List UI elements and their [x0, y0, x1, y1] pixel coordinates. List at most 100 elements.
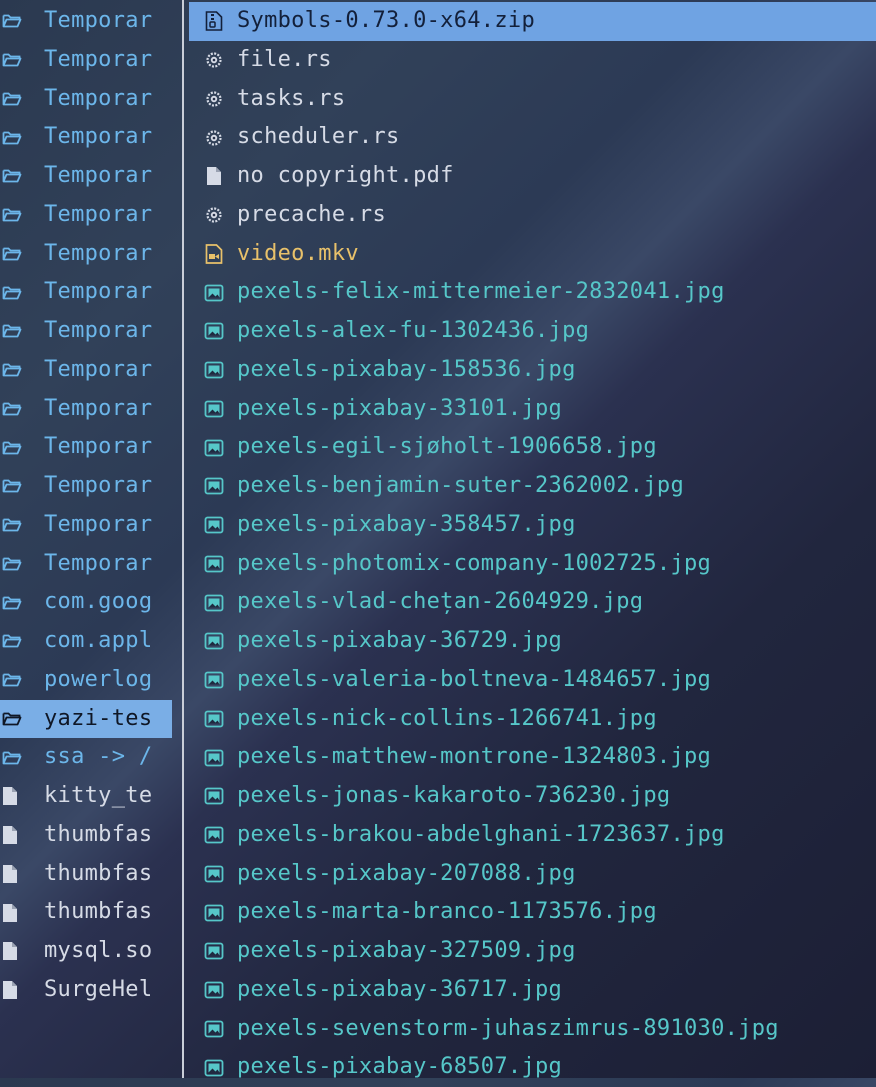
folder-icon: [2, 359, 42, 381]
file-list-item[interactable]: scheduler.rs: [189, 118, 876, 157]
item-name: pexels-vlad-chețan-2604929.jpg: [237, 589, 644, 615]
parent-folder-item[interactable]: com.appl: [0, 622, 172, 661]
parent-folder-item[interactable]: Temporar: [0, 506, 172, 545]
parent-file-item[interactable]: thumbfas: [0, 816, 172, 855]
parent-folder-item[interactable]: Temporar: [0, 2, 172, 41]
item-name: Temporar: [44, 511, 153, 537]
folder-icon: [2, 204, 42, 226]
file-list-item[interactable]: pexels-pixabay-36729.jpg: [189, 622, 876, 661]
item-name: pexels-pixabay-68507.jpg: [237, 1054, 563, 1080]
item-name: ssa -> /: [44, 744, 153, 770]
parent-folder-item[interactable]: Temporar: [0, 467, 172, 506]
folder-icon: [2, 553, 42, 575]
parent-folder-item[interactable]: Temporar: [0, 157, 172, 196]
item-name: pexels-marta-branco-1173576.jpg: [237, 899, 657, 925]
folder-icon: [2, 165, 42, 187]
item-name: kitty_te: [44, 783, 153, 808]
file-list-item[interactable]: pexels-benjamin-suter-2362002.jpg: [189, 467, 876, 506]
parent-folder-item[interactable]: com.goog: [0, 583, 172, 622]
file-list-item[interactable]: pexels-nick-collins-1266741.jpg: [189, 700, 876, 739]
item-name: Temporar: [44, 356, 153, 382]
file-list-item[interactable]: pexels-marta-branco-1173576.jpg: [189, 893, 876, 932]
item-name: Temporar: [44, 85, 153, 111]
parent-folder-item[interactable]: Temporar: [0, 312, 172, 351]
file-list-item[interactable]: pexels-jonas-kakaroto-736230.jpg: [189, 777, 876, 816]
file-list-item[interactable]: pexels-pixabay-207088.jpg: [189, 855, 876, 894]
file-list-item[interactable]: precache.rs: [189, 196, 876, 235]
parent-folder-item[interactable]: ssa -> /: [0, 738, 172, 777]
parent-folder-item[interactable]: Temporar: [0, 118, 172, 157]
file-list-item[interactable]: pexels-pixabay-36717.jpg: [189, 971, 876, 1010]
parent-file-item[interactable]: thumbfas: [0, 893, 172, 932]
parent-folder-item[interactable]: Temporar: [0, 80, 172, 119]
file-icon: [2, 940, 42, 962]
item-name: pexels-alex-fu-1302436.jpg: [237, 318, 590, 343]
file-icon: [2, 785, 42, 807]
folder-icon: [2, 282, 42, 304]
item-name: pexels-pixabay-358457.jpg: [237, 511, 576, 537]
file-list-item[interactable]: pexels-egil-sjøholt-1906658.jpg: [189, 428, 876, 467]
item-name: video.mkv: [237, 240, 359, 266]
file-list-item[interactable]: file.rs: [189, 41, 876, 80]
parent-folder-item[interactable]: Temporar: [0, 235, 172, 274]
folder-icon: [2, 243, 42, 265]
file-list-item[interactable]: no copyright.pdf: [189, 157, 876, 196]
folder-icon: [2, 437, 42, 459]
parent-folder-item[interactable]: Temporar: [0, 41, 172, 80]
item-name: Temporar: [44, 279, 153, 305]
folder-icon: [2, 127, 42, 149]
file-list-item[interactable]: pexels-pixabay-158536.jpg: [189, 351, 876, 390]
parent-file-item[interactable]: mysql.so: [0, 932, 172, 971]
file-list-item[interactable]: video.mkv: [189, 235, 876, 274]
file-list-item[interactable]: pexels-pixabay-33101.jpg: [189, 390, 876, 429]
parent-folder-item[interactable]: Temporar: [0, 196, 172, 235]
parent-folder-item[interactable]: powerlog: [0, 661, 172, 700]
parent-folder-item[interactable]: Temporar: [0, 351, 172, 390]
parent-file-item[interactable]: thumbfas: [0, 855, 172, 894]
parent-folder-item[interactable]: Temporar: [0, 273, 172, 312]
file-list-item[interactable]: pexels-vlad-chețan-2604929.jpg: [189, 583, 876, 622]
file-list-item[interactable]: pexels-pixabay-358457.jpg: [189, 506, 876, 545]
folder-icon: [2, 475, 42, 497]
file-icon: [2, 824, 42, 846]
item-name: pexels-matthew-montrone-1324803.jpg: [237, 744, 712, 770]
file-list-item[interactable]: pexels-felix-mittermeier-2832041.jpg: [189, 273, 876, 312]
file-list-item[interactable]: pexels-alex-fu-1302436.jpg: [189, 312, 876, 351]
item-name: no copyright.pdf: [237, 163, 454, 188]
item-name: pexels-valeria-boltneva-1484657.jpg: [237, 666, 712, 692]
item-name: mysql.so: [44, 938, 153, 963]
file-list-item[interactable]: Symbols-0.73.0-x64.zip: [189, 2, 876, 41]
file-list-item[interactable]: pexels-photomix-company-1002725.jpg: [189, 545, 876, 584]
item-name: Temporar: [44, 201, 153, 227]
item-name: Temporar: [44, 124, 153, 150]
item-name: pexels-nick-collins-1266741.jpg: [237, 705, 657, 731]
folder-icon: [2, 630, 42, 652]
file-icon: [2, 979, 42, 1001]
file-list-item[interactable]: pexels-valeria-boltneva-1484657.jpg: [189, 661, 876, 700]
parent-folder-item[interactable]: Temporar: [0, 545, 172, 584]
image-file-icon: [203, 785, 225, 807]
item-name: com.appl: [44, 628, 153, 653]
item-name: file.rs: [237, 46, 332, 72]
image-file-icon: [203, 669, 225, 691]
file-list-item[interactable]: pexels-pixabay-327509.jpg: [189, 932, 876, 971]
file-list-item[interactable]: tasks.rs: [189, 80, 876, 119]
item-name: tasks.rs: [237, 85, 346, 111]
item-name: Temporar: [44, 473, 153, 498]
file-list-item[interactable]: pexels-pixabay-68507.jpg: [189, 1048, 876, 1087]
image-file-icon: [203, 1057, 225, 1079]
parent-file-item[interactable]: SurgeHel: [0, 971, 172, 1010]
parent-folder-item[interactable]: Temporar: [0, 428, 172, 467]
parent-file-item[interactable]: kitty_te: [0, 777, 172, 816]
zip-file-icon: [203, 10, 225, 32]
file-list-item[interactable]: pexels-sevenstorm-juhaszimrus-891030.jpg: [189, 1010, 876, 1049]
item-name: Temporar: [44, 550, 153, 576]
item-name: thumbfas: [44, 821, 153, 847]
parent-folder-item[interactable]: Temporar: [0, 390, 172, 429]
item-name: powerlog: [44, 666, 153, 692]
item-name: Temporar: [44, 318, 153, 343]
file-list-item[interactable]: pexels-matthew-montrone-1324803.jpg: [189, 738, 876, 777]
image-file-icon: [203, 824, 225, 846]
file-list-item[interactable]: pexels-brakou-abdelghani-1723637.jpg: [189, 816, 876, 855]
parent-folder-item[interactable]: yazi-tes: [0, 699, 172, 739]
